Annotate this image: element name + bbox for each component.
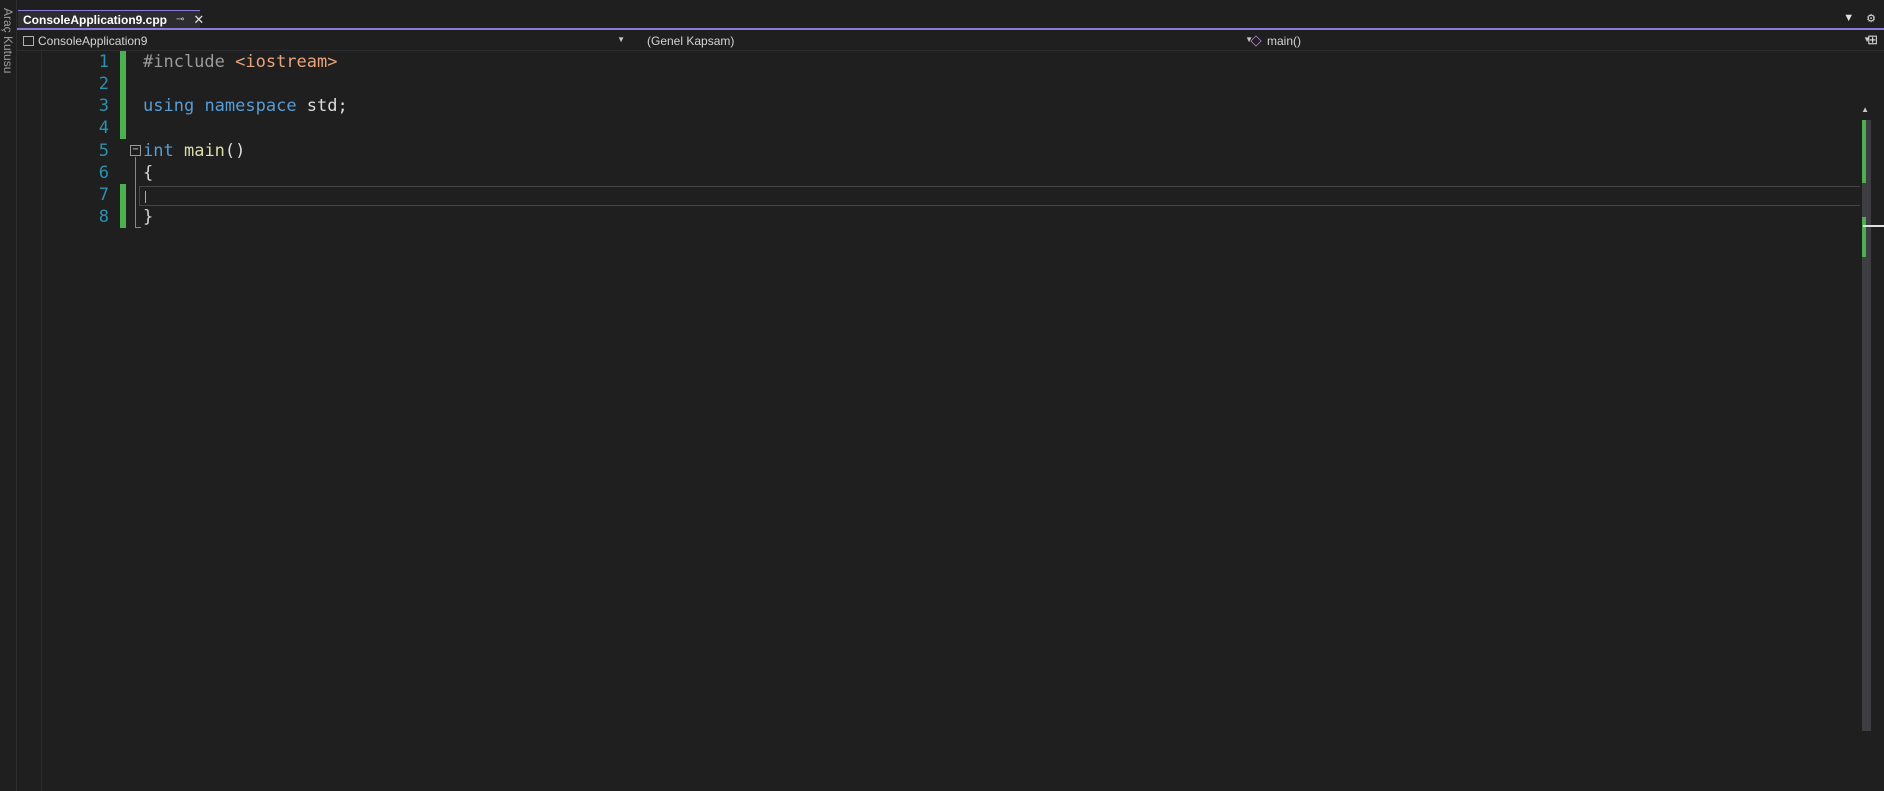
- close-icon[interactable]: ✕: [193, 12, 204, 28]
- tab-title: ConsoleApplication9.cpp: [23, 12, 168, 27]
- scope-dropdown[interactable]: (Genel Kapsam) ▼: [647, 32, 1257, 49]
- keyword: using: [143, 96, 195, 116]
- preprocessor-directive: #include: [143, 52, 236, 72]
- code-line[interactable]: 2: [17, 73, 1857, 95]
- tab-consoleapplication9-cpp[interactable]: ConsoleApplication9.cpp ⊸ ✕: [18, 10, 204, 28]
- code-text: #include <iostream>: [143, 51, 337, 73]
- line-number: 1: [98, 52, 109, 72]
- code-line[interactable]: 4: [17, 117, 1857, 139]
- code-text: }: [143, 207, 154, 227]
- member-label: main(): [1267, 33, 1302, 48]
- identifier: std;: [296, 96, 348, 116]
- code-text: int main(): [143, 140, 245, 162]
- include-header: <iostream>: [235, 52, 338, 72]
- code-line[interactable]: 3 using namespace std;: [17, 95, 1857, 117]
- code-line[interactable]: 5 − int main(): [17, 140, 1857, 162]
- code-line[interactable]: 8 }: [17, 206, 1857, 228]
- text-caret: [145, 191, 146, 203]
- chevron-down-icon[interactable]: ▼: [1843, 12, 1854, 25]
- change-marker: [120, 184, 126, 206]
- fold-guide-end: [135, 227, 141, 228]
- fold-guide: [135, 157, 136, 228]
- line-number: 5: [98, 141, 109, 161]
- scrollbar-change-marker: [1862, 120, 1866, 183]
- code-text: using namespace std;: [143, 95, 348, 117]
- toolbox-strip[interactable]: Araç Kutusu: [0, 0, 17, 791]
- punctuation: (): [224, 141, 246, 161]
- scroll-up-icon[interactable]: ▲: [1861, 105, 1869, 114]
- keyword: namespace: [204, 96, 297, 116]
- member-dropdown[interactable]: main() ▼: [1245, 32, 1875, 49]
- tab-bar-actions: ▼ ⚙: [1843, 12, 1876, 25]
- line-number: 6: [98, 163, 109, 183]
- split-window-icon[interactable]: ⊞: [1867, 32, 1878, 48]
- scope-label: (Genel Kapsam): [647, 33, 735, 48]
- code-line[interactable]: 1 #include <iostream>: [17, 51, 1857, 73]
- document-tab-bar: ConsoleApplication9.cpp ⊸ ✕ ▼ ⚙: [17, 10, 1884, 30]
- current-line-highlight: [139, 186, 1869, 206]
- collapse-icon[interactable]: −: [130, 145, 141, 156]
- scrollbar-thumb[interactable]: [1862, 120, 1871, 731]
- chevron-down-icon: ▼: [617, 35, 625, 44]
- scrollbar-caret-marker: [1863, 225, 1884, 227]
- change-marker: [120, 73, 126, 95]
- code-editor[interactable]: 1 #include <iostream> 2 3 using namespac…: [17, 51, 1884, 791]
- line-number: 7: [98, 185, 109, 205]
- keyword: int: [143, 141, 174, 161]
- pin-icon[interactable]: ⊸: [176, 14, 184, 25]
- change-marker: [120, 206, 126, 228]
- project-label: ConsoleApplication9: [38, 33, 148, 48]
- scrollbar-change-marker: [1862, 217, 1866, 257]
- line-number: 8: [98, 207, 109, 227]
- change-marker: [120, 51, 126, 73]
- project-dropdown[interactable]: ConsoleApplication9 ▼: [19, 32, 629, 49]
- function-name: main: [183, 141, 225, 161]
- project-icon: [23, 35, 34, 46]
- navigation-bar: ConsoleApplication9 ▼ (Genel Kapsam) ▼ m…: [17, 31, 1884, 51]
- code-text: {: [143, 163, 154, 183]
- method-icon: [1250, 34, 1262, 47]
- gear-icon[interactable]: ⚙: [1866, 12, 1876, 25]
- code-line[interactable]: 6 {: [17, 162, 1857, 184]
- line-number: 3: [98, 96, 109, 116]
- toolbox-label[interactable]: Araç Kutusu: [1, 8, 15, 73]
- line-number: 4: [98, 118, 109, 138]
- line-number: 2: [98, 74, 109, 94]
- change-marker: [120, 95, 126, 117]
- change-marker: [120, 117, 126, 139]
